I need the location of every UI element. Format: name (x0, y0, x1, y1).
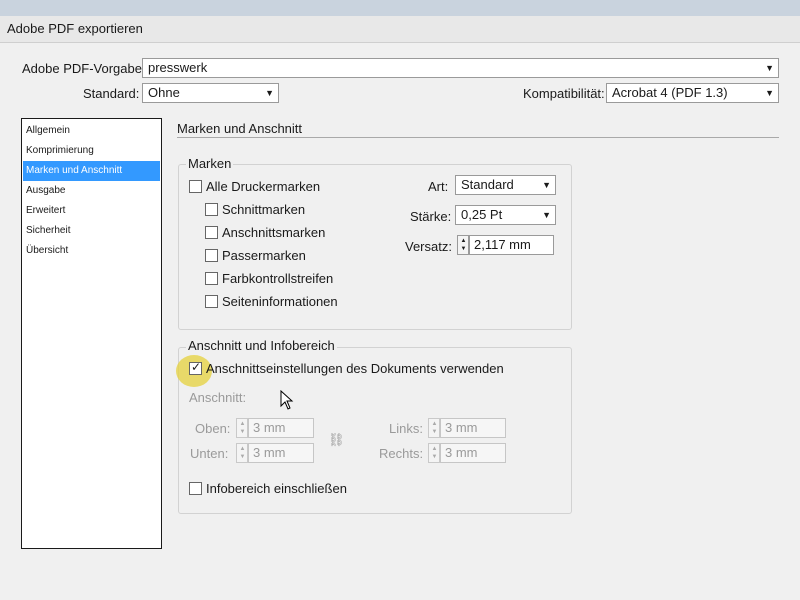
chevron-down-icon: ▼ (542, 210, 551, 220)
chevron-down-icon: ▼ (765, 63, 774, 73)
rechts-input[interactable]: 3 mm (440, 443, 506, 463)
unten-input[interactable]: 3 mm (248, 443, 314, 463)
use-doc-bleed-label: Anschnittseinstellungen des Dokuments ve… (206, 361, 504, 376)
bleed-group-title: Anschnitt und Infobereich (186, 338, 337, 353)
background-app-strip (0, 0, 800, 17)
art-value: Standard (461, 177, 514, 192)
staerke-value: 0,25 Pt (461, 207, 503, 222)
preset-label: Adobe PDF-Vorgabe: (22, 61, 146, 76)
arrow-up-icon[interactable]: ▲ (430, 420, 439, 428)
links-stepper[interactable]: ▲ ▼ (428, 418, 440, 438)
sidebar-item-ausgabe[interactable]: Ausgabe (23, 181, 160, 201)
use-doc-bleed-checkbox[interactable]: ✓ (189, 360, 202, 375)
versatz-label: Versatz: (405, 239, 452, 254)
section-divider (177, 137, 779, 138)
art-dropdown[interactable]: Standard ▼ (455, 175, 556, 195)
art-label: Art: (428, 179, 449, 194)
compat-dropdown[interactable]: Acrobat 4 (PDF 1.3) ▼ (606, 83, 779, 103)
links-input[interactable]: 3 mm (440, 418, 506, 438)
preset-value: presswerk (148, 60, 208, 75)
title-bar: Adobe PDF exportieren (0, 16, 800, 43)
arrow-down-icon[interactable]: ▼ (430, 428, 439, 436)
infobereich-checkbox[interactable] (189, 482, 202, 495)
passermarken-label: Passermarken (222, 248, 306, 263)
all-marks-checkbox[interactable] (189, 180, 202, 193)
window-title: Adobe PDF exportieren (7, 21, 143, 36)
rechts-label: Rechts: (379, 446, 424, 461)
compat-label: Kompatibilität: (523, 86, 605, 101)
arrow-down-icon[interactable]: ▼ (459, 245, 468, 253)
sidebar-item-uebersicht[interactable]: Übersicht (23, 241, 160, 261)
arrow-up-icon[interactable]: ▲ (238, 445, 247, 453)
anschnittsmarken-label: Anschnittsmarken (222, 225, 326, 240)
oben-input[interactable]: 3 mm (248, 418, 314, 438)
versatz-stepper[interactable]: ▲ ▼ (457, 235, 469, 255)
sidebar-list: Allgemein Komprimierung Marken und Ansch… (21, 118, 162, 549)
oben-label: Oben: (195, 421, 231, 436)
section-title: Marken und Anschnitt (177, 121, 303, 136)
unten-stepper[interactable]: ▲ ▼ (236, 443, 248, 463)
rechts-stepper[interactable]: ▲ ▼ (428, 443, 440, 463)
staerke-dropdown[interactable]: 0,25 Pt ▼ (455, 205, 556, 225)
chevron-down-icon: ▼ (542, 180, 551, 190)
standard-label: Standard: (83, 86, 140, 101)
arrow-up-icon[interactable]: ▲ (430, 445, 439, 453)
marks-group-title: Marken (186, 156, 234, 171)
arrow-up-icon[interactable]: ▲ (238, 420, 247, 428)
arrow-down-icon[interactable]: ▼ (238, 453, 247, 461)
staerke-label: Stärke: (410, 209, 452, 224)
oben-stepper[interactable]: ▲ ▼ (236, 418, 248, 438)
seiteninformationen-label: Seiteninformationen (222, 294, 338, 309)
standard-value: Ohne (148, 85, 180, 100)
compat-value: Acrobat 4 (PDF 1.3) (612, 85, 728, 100)
links-label: Links: (389, 421, 423, 436)
unten-label: Unten: (190, 446, 229, 461)
sidebar-item-allgemein[interactable]: Allgemein (23, 121, 160, 141)
infobereich-label: Infobereich einschließen (206, 481, 347, 496)
all-marks-label: Alle Druckermarken (206, 179, 321, 194)
farbkontrollstreifen-label: Farbkontrollstreifen (222, 271, 334, 286)
arrow-up-icon[interactable]: ▲ (459, 237, 468, 245)
anschnittsmarken-checkbox[interactable] (205, 226, 218, 239)
arrow-down-icon[interactable]: ▼ (238, 428, 247, 436)
versatz-input[interactable]: 2,117 mm (469, 235, 554, 255)
arrow-down-icon[interactable]: ▼ (430, 453, 439, 461)
seiteninformationen-checkbox[interactable] (205, 295, 218, 308)
sidebar-item-erweitert[interactable]: Erweitert (23, 201, 160, 221)
sidebar-item-komprimierung[interactable]: Komprimierung (23, 141, 160, 161)
chevron-down-icon: ▼ (765, 88, 774, 98)
farbkontrollstreifen-checkbox[interactable] (205, 272, 218, 285)
preset-dropdown[interactable]: presswerk ▼ (142, 58, 779, 78)
sidebar-item-marken-und-anschnitt[interactable]: Marken und Anschnitt (23, 161, 160, 181)
standard-dropdown[interactable]: Ohne ▼ (142, 83, 279, 103)
chevron-down-icon: ▼ (265, 88, 274, 98)
schnittmarken-label: Schnittmarken (222, 202, 306, 217)
checkmark-icon: ✓ (191, 360, 202, 374)
mouse-cursor-icon (280, 390, 294, 410)
link-chain-icon[interactable]: ⛓ (328, 432, 345, 448)
anschnitt-label: Anschnitt: (189, 390, 247, 405)
sidebar-item-sicherheit[interactable]: Sicherheit (23, 221, 160, 241)
schnittmarken-checkbox[interactable] (205, 203, 218, 216)
passermarken-checkbox[interactable] (205, 249, 218, 262)
